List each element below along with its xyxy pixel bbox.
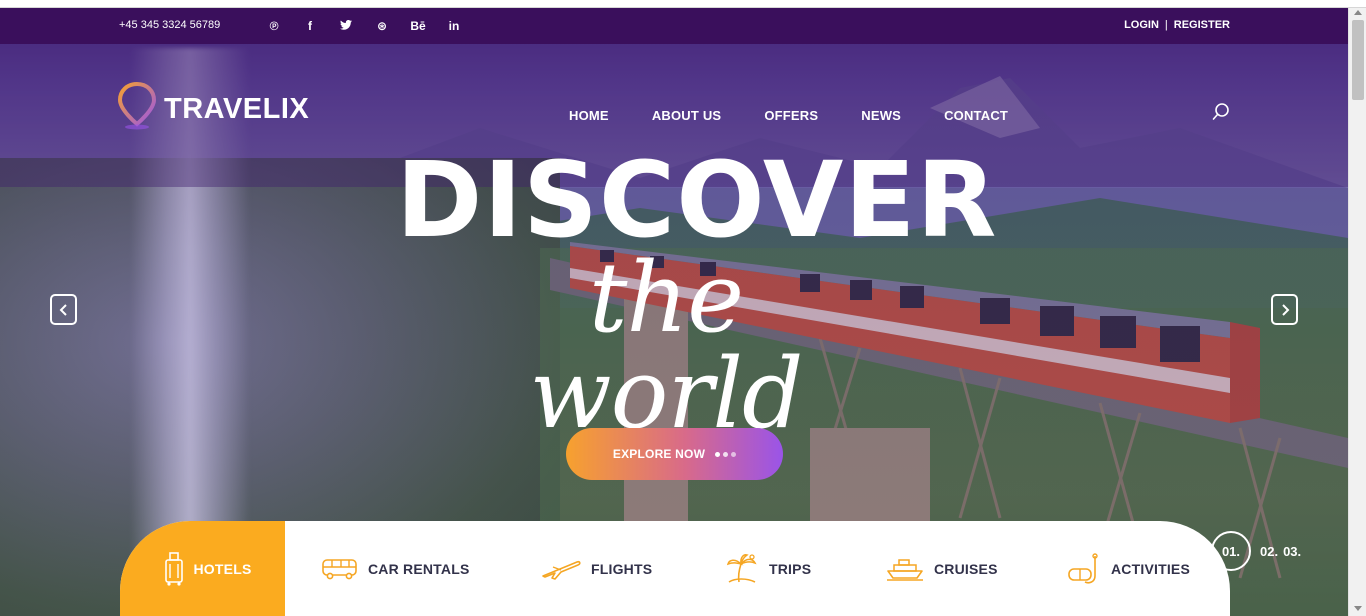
- dribbble-icon[interactable]: ⊛: [364, 8, 400, 44]
- nav-news[interactable]: NEWS: [861, 108, 901, 123]
- tab-label: FLIGHTS: [591, 560, 653, 577]
- palm-island-icon: [726, 553, 757, 583]
- explore-now-label: EXPLORE NOW: [612, 447, 706, 461]
- explore-now-button[interactable]: EXPLORE NOW: [566, 428, 783, 480]
- scroll-up-icon[interactable]: [1354, 10, 1362, 15]
- search-tabs: HOTELS CAR RENTALS FLIGHTS TRIPS CRUISES…: [120, 521, 1230, 616]
- slide-pager: 01. 02. 03.: [1211, 531, 1301, 571]
- site-logo[interactable]: TRAVELIX: [117, 81, 310, 130]
- logo-text: TRAVELIX: [164, 92, 310, 125]
- chevron-left-icon: [59, 303, 67, 316]
- tab-label: HOTELS: [193, 560, 252, 577]
- top-bar: +45 345 3324 56789 ℗ f ⊛ Bē in LOGIN | R…: [0, 8, 1348, 44]
- search-icon[interactable]: [1212, 103, 1230, 121]
- auth-separator: |: [1164, 19, 1168, 31]
- tab-trips[interactable]: TRIPS: [725, 521, 811, 616]
- auth-links: LOGIN | REGISTER: [1124, 19, 1230, 31]
- pager-item-1[interactable]: 01.: [1211, 531, 1251, 571]
- nav-offers[interactable]: OFFERS: [764, 108, 818, 123]
- luggage-icon: [164, 551, 183, 586]
- nav-about-us[interactable]: ABOUT US: [652, 108, 722, 123]
- scroll-down-icon[interactable]: [1354, 606, 1362, 611]
- browser-viewport: +45 345 3324 56789 ℗ f ⊛ Bē in LOGIN | R…: [0, 0, 1366, 616]
- page-top-edge: [0, 0, 1366, 8]
- pager-item-2[interactable]: 02.: [1260, 544, 1278, 559]
- hero-headline: DISCOVER: [396, 139, 998, 261]
- bus-icon: [322, 558, 357, 579]
- pinterest-icon[interactable]: ℗: [256, 8, 292, 44]
- social-links: ℗ f ⊛ Bē in: [256, 8, 472, 44]
- facebook-icon[interactable]: f: [292, 8, 328, 44]
- page-scrollbar[interactable]: [1348, 8, 1366, 616]
- tab-flights[interactable]: FLIGHTS: [541, 521, 652, 616]
- airplane-icon: [542, 560, 581, 580]
- dots-icon: [715, 451, 737, 457]
- login-link[interactable]: LOGIN: [1124, 19, 1159, 31]
- scrollbar-thumb[interactable]: [1352, 20, 1364, 100]
- linkedin-icon[interactable]: in: [436, 8, 472, 44]
- chevron-right-icon: [1281, 303, 1289, 316]
- pager-item-3[interactable]: 03.: [1283, 544, 1301, 559]
- tab-label: CAR RENTALS: [368, 560, 470, 577]
- tab-cruises[interactable]: CRUISES: [886, 521, 998, 616]
- nav-contact[interactable]: CONTACT: [944, 108, 1008, 123]
- phone-number: +45 345 3324 56789: [119, 19, 221, 31]
- slider-prev-button[interactable]: [50, 294, 77, 325]
- tab-hotels[interactable]: HOTELS: [120, 521, 285, 616]
- behance-icon[interactable]: Bē: [400, 8, 436, 44]
- tab-label: CRUISES: [934, 560, 998, 577]
- slider-next-button[interactable]: [1271, 294, 1298, 325]
- tab-label: TRIPS: [769, 560, 812, 577]
- register-link[interactable]: REGISTER: [1174, 19, 1230, 31]
- ship-icon: [887, 558, 923, 581]
- tab-label: ACTIVITIES: [1111, 560, 1191, 577]
- tab-car-rentals[interactable]: CAR RENTALS: [322, 521, 470, 616]
- snorkel-icon: [1068, 552, 1098, 584]
- tab-activities[interactable]: ACTIVITIES: [1067, 521, 1190, 616]
- main-nav: HOME ABOUT US OFFERS NEWS CONTACT: [569, 108, 1051, 123]
- map-pin-icon: [117, 81, 157, 130]
- hero-subheadline: the world: [529, 242, 803, 450]
- nav-home[interactable]: HOME: [569, 108, 609, 123]
- twitter-icon[interactable]: [328, 8, 364, 44]
